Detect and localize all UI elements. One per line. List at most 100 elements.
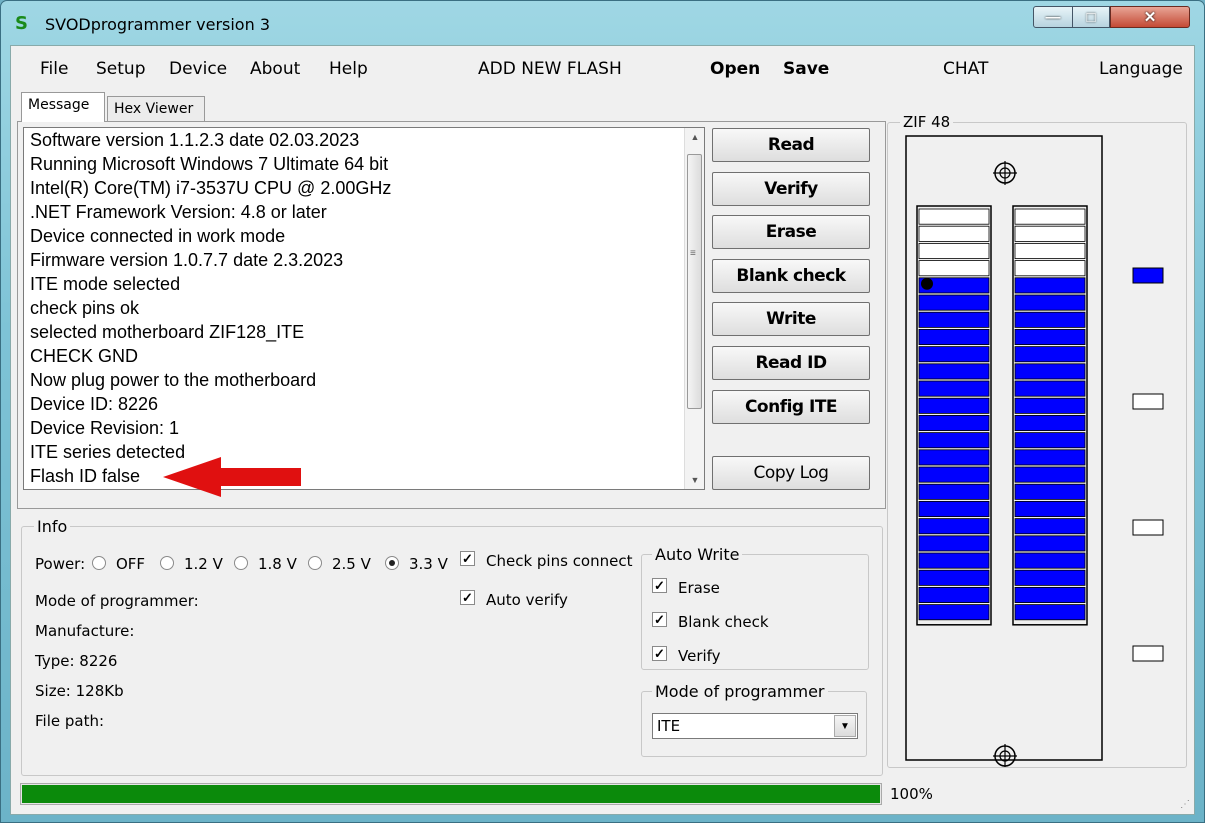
zif-pin: [918, 535, 990, 552]
log-scrollbar[interactable]: ▲ ≡ ▼: [684, 128, 704, 489]
zif-pin: [1014, 260, 1086, 277]
progress-percent: 100%: [890, 785, 933, 803]
power-radio-off[interactable]: [92, 556, 106, 570]
auto-write-checkbox[interactable]: ✓: [652, 578, 667, 593]
auto-write-checkbox[interactable]: ✓: [652, 612, 667, 627]
menu-save[interactable]: Save: [783, 59, 829, 79]
blank-check-button[interactable]: Blank check: [712, 259, 870, 293]
scroll-down-icon[interactable]: ▼: [685, 471, 704, 489]
zif-pin: [918, 466, 990, 483]
power-radio-25v[interactable]: [308, 556, 322, 570]
auto-write-group: Auto Write ✓ Erase ✓ Blank check ✓ Verify: [641, 545, 869, 670]
zif-pin: [1014, 414, 1086, 431]
menu-setup[interactable]: Setup: [96, 59, 145, 79]
zif-pin: [1014, 500, 1086, 517]
zif-pin: [918, 363, 990, 380]
info-group-label: Info: [34, 517, 71, 536]
mode-of-programmer-group: Mode of programmer ITE ▼: [641, 682, 867, 757]
close-button[interactable]: ✕: [1110, 6, 1190, 28]
chevron-down-icon[interactable]: ▼: [834, 715, 856, 737]
auto-verify-checkbox[interactable]: ✓: [460, 590, 475, 605]
progress-fill: [22, 785, 880, 803]
auto-write-item-label: Erase: [678, 579, 720, 597]
zif-pin: [1014, 604, 1086, 621]
zif-pin: [918, 518, 990, 535]
tab-message[interactable]: Message: [21, 92, 105, 122]
log-line: ITE mode selected: [30, 274, 181, 294]
auto-write-item-label: Verify: [678, 647, 721, 665]
check-pins-connect-checkbox[interactable]: ✓: [460, 551, 475, 566]
power-option-label: 1.2 V: [184, 555, 223, 573]
zif-pin: [1014, 466, 1086, 483]
auto-write-item-label: Blank check: [678, 613, 769, 631]
erase-button[interactable]: Erase: [712, 215, 870, 249]
zif-pin: [918, 346, 990, 363]
power-radio-18v[interactable]: [234, 556, 248, 570]
log-textbox[interactable]: Software version 1.1.2.3 date 02.03.2023…: [23, 127, 705, 490]
zif-pin: [1014, 277, 1086, 294]
power-option-label: 1.8 V: [258, 555, 297, 573]
log-line: Now plug power to the motherboard: [30, 370, 317, 390]
verify-button[interactable]: Verify: [712, 172, 870, 206]
zif-pin: [1014, 483, 1086, 500]
maximize-button[interactable]: □: [1072, 6, 1110, 28]
copy-log-button[interactable]: Copy Log: [712, 456, 870, 490]
zif-pin: [1014, 363, 1086, 380]
minimize-button[interactable]: —: [1033, 6, 1073, 28]
size-info: Size: 128Kb: [35, 682, 124, 700]
menu-help[interactable]: Help: [329, 59, 368, 79]
config-ite-button[interactable]: Config ITE: [712, 390, 870, 424]
read-button[interactable]: Read: [712, 128, 870, 162]
client-area: File Setup Device About Help ADD NEW FLA…: [10, 45, 1195, 815]
auto-verify-label: Auto verify: [486, 591, 568, 609]
zif-pin: [1014, 432, 1086, 449]
red-arrow-annotation: [163, 457, 301, 497]
menu-open[interactable]: Open: [710, 59, 760, 79]
log-line: Device Revision: 1: [30, 418, 180, 438]
menu-language[interactable]: Language: [1099, 59, 1183, 79]
log-line: Device ID: 8226: [30, 394, 159, 414]
auto-write-checkbox[interactable]: ✓: [652, 646, 667, 661]
log-line: Intel(R) Core(TM) i7-3537U CPU @ 2.00GHz: [30, 178, 392, 198]
read-id-button[interactable]: Read ID: [712, 346, 870, 380]
app-logo-icon: S: [15, 13, 28, 34]
resize-grip-icon[interactable]: ⋰: [1180, 799, 1190, 810]
menu-chat[interactable]: CHAT: [943, 59, 988, 79]
menu-add-new-flash[interactable]: ADD NEW FLASH: [478, 59, 622, 79]
power-radio-12v[interactable]: [160, 556, 174, 570]
log-line: Running Microsoft Windows 7 Ultimate 64 …: [30, 154, 389, 174]
zif-pin: [918, 552, 990, 569]
log-line: Flash ID false: [30, 466, 141, 486]
log-line: Software version 1.1.2.3 date 02.03.2023: [30, 130, 360, 150]
menu-file[interactable]: File: [40, 59, 68, 79]
zif-pin: [918, 380, 990, 397]
log-line: selected motherboard ZIF128_ITE: [30, 322, 305, 342]
menu-about[interactable]: About: [250, 59, 300, 79]
mode-of-programmer-info: Mode of programmer:: [35, 592, 199, 610]
arrow-shape: [163, 457, 301, 497]
power-label: Power:: [35, 555, 86, 573]
file-path-info: File path:: [35, 712, 105, 730]
zif-pin: [918, 294, 990, 311]
maximize-icon: □: [1086, 8, 1096, 26]
log-line: Firmware version 1.0.7.7 date 2.3.2023: [30, 250, 344, 270]
write-button[interactable]: Write: [712, 302, 870, 336]
menu-device[interactable]: Device: [169, 59, 227, 79]
zif-pin: [918, 432, 990, 449]
mode-select[interactable]: ITE ▼: [652, 713, 858, 739]
zif-pin: [1014, 225, 1086, 242]
power-radio-33v[interactable]: [385, 556, 399, 570]
tab-hex-viewer[interactable]: Hex Viewer: [107, 96, 205, 124]
pin1-marker: [921, 277, 933, 290]
zif-pin: [918, 260, 990, 277]
power-option-label: OFF: [116, 555, 146, 573]
scroll-thumb[interactable]: [687, 154, 702, 409]
zif-pin: [1014, 552, 1086, 569]
mode-select-value: ITE: [657, 717, 681, 735]
message-panel: Software version 1.1.2.3 date 02.03.2023…: [17, 121, 886, 509]
power-option-label: 2.5 V: [332, 555, 371, 573]
title-bar[interactable]: S SVODprogrammer version 3 — □ ✕: [1, 1, 1204, 45]
zif-socket-diagram: [905, 135, 1164, 767]
zif-pin: [1014, 328, 1086, 345]
scroll-up-icon[interactable]: ▲: [685, 128, 704, 146]
